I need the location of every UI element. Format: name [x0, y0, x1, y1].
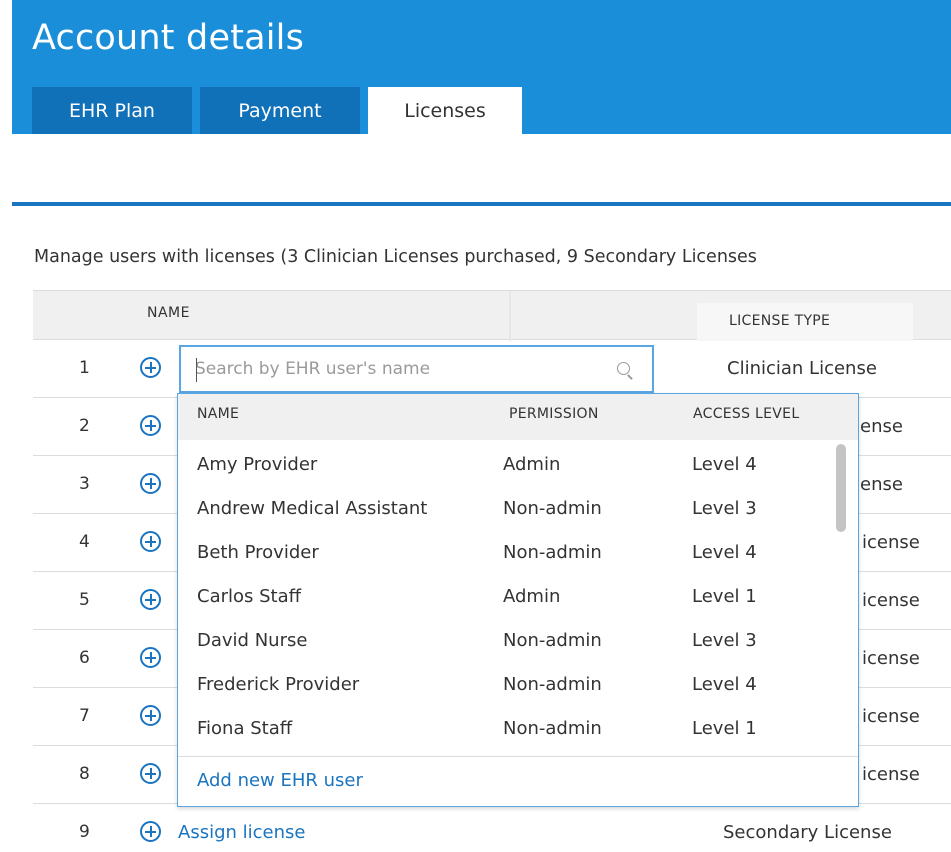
list-item[interactable]: Amy Provider Admin Level 4: [178, 444, 828, 488]
dropdown-column-permission: PERMISSION: [509, 406, 599, 422]
user-access-level: Level 4: [692, 454, 757, 475]
table-header: NAME LICENSE TYPE: [33, 290, 951, 341]
add-new-ehr-user-link[interactable]: Add new EHR user: [197, 770, 363, 791]
user-access-level: Level 1: [692, 586, 757, 607]
dropdown-scrollbar[interactable]: [836, 444, 846, 532]
license-type-cell: Secondary License: [723, 822, 892, 843]
row-number: 4: [79, 532, 90, 552]
search-field[interactable]: [179, 345, 654, 393]
list-item[interactable]: Beth Provider Non-admin Level 4: [178, 532, 828, 576]
license-type-cell: icense: [862, 532, 920, 553]
add-circle-icon[interactable]: [140, 647, 161, 668]
list-item[interactable]: Frederick Provider Non-admin Level 4: [178, 664, 828, 708]
user-permission: Non-admin: [503, 718, 602, 739]
search-icon: [617, 362, 630, 375]
add-circle-icon[interactable]: [140, 821, 161, 842]
add-circle-icon[interactable]: [140, 705, 161, 726]
row-number: 7: [79, 706, 90, 726]
license-type-cell: icense: [862, 764, 920, 785]
user-access-level: Level 4: [692, 542, 757, 563]
dropdown-column-access-level: ACCESS LEVEL: [693, 406, 800, 422]
list-item[interactable]: Andrew Medical Assistant Non-admin Level…: [178, 488, 828, 532]
row-number: 2: [79, 416, 90, 436]
row-number: 3: [79, 474, 90, 494]
table-row: 9 Assign license Secondary License: [33, 804, 951, 852]
add-circle-icon[interactable]: [140, 473, 161, 494]
add-circle-icon[interactable]: [140, 589, 161, 610]
row-number: 5: [79, 590, 90, 610]
user-access-level: Level 3: [692, 498, 757, 519]
user-access-level: Level 1: [692, 718, 757, 739]
tab-licenses[interactable]: Licenses: [368, 87, 522, 134]
license-type-cell: ense: [860, 416, 903, 437]
manage-users-description: Manage users with licenses (3 Clinician …: [34, 247, 757, 267]
text-cursor: [196, 358, 197, 382]
user-access-level: Level 4: [692, 674, 757, 695]
user-name: Amy Provider: [197, 454, 318, 475]
user-name: Fiona Staff: [197, 718, 293, 739]
license-type-cell: Clinician License: [727, 358, 877, 379]
license-type-cell: ense: [860, 474, 903, 495]
add-circle-icon[interactable]: [140, 763, 161, 784]
add-circle-icon[interactable]: [140, 531, 161, 552]
list-item[interactable]: Carlos Staff Admin Level 1: [178, 576, 828, 620]
assign-license-link[interactable]: Assign license: [178, 822, 305, 843]
user-permission: Non-admin: [503, 674, 602, 695]
section-divider: [12, 202, 951, 206]
tab-ehr-plan[interactable]: EHR Plan: [32, 87, 192, 134]
dropdown-header: NAME PERMISSION ACCESS LEVEL: [178, 394, 858, 440]
user-name: David Nurse: [197, 630, 308, 651]
list-item[interactable]: Fiona Staff Non-admin Level 1: [178, 708, 828, 752]
page: Account details EHR Plan Payment License…: [0, 0, 951, 852]
user-name: Beth Provider: [197, 542, 319, 563]
row-number: 6: [79, 648, 90, 668]
user-name: Andrew Medical Assistant: [197, 498, 428, 519]
user-permission: Non-admin: [503, 542, 602, 563]
column-divider: [509, 291, 511, 341]
add-circle-icon[interactable]: [140, 415, 161, 436]
license-type-cell: icense: [862, 590, 920, 611]
user-permission: Non-admin: [503, 630, 602, 651]
page-title: Account details: [32, 18, 305, 58]
dropdown-user-list: Amy Provider Admin Level 4 Andrew Medica…: [178, 440, 858, 756]
list-item[interactable]: David Nurse Non-admin Level 3: [178, 620, 828, 664]
search-input[interactable]: [195, 355, 595, 383]
column-header-name: NAME: [147, 305, 190, 321]
row-number: 1: [79, 358, 90, 378]
dropdown-column-name: NAME: [197, 406, 240, 422]
user-search-dropdown: NAME PERMISSION ACCESS LEVEL Amy Provide…: [177, 393, 859, 807]
user-permission: Admin: [503, 586, 561, 607]
license-type-cell: icense: [862, 706, 920, 727]
header: Account details EHR Plan Payment License…: [12, 0, 951, 134]
user-name: Carlos Staff: [197, 586, 302, 607]
add-circle-icon[interactable]: [140, 357, 161, 378]
row-number: 9: [79, 822, 90, 842]
column-header-license-type: LICENSE TYPE: [697, 303, 913, 341]
row-number: 8: [79, 764, 90, 784]
user-permission: Admin: [503, 454, 561, 475]
user-permission: Non-admin: [503, 498, 602, 519]
user-name: Frederick Provider: [197, 674, 360, 695]
dropdown-divider: [178, 756, 858, 757]
user-access-level: Level 3: [692, 630, 757, 651]
tab-payment[interactable]: Payment: [200, 87, 360, 134]
license-type-cell: icense: [862, 648, 920, 669]
